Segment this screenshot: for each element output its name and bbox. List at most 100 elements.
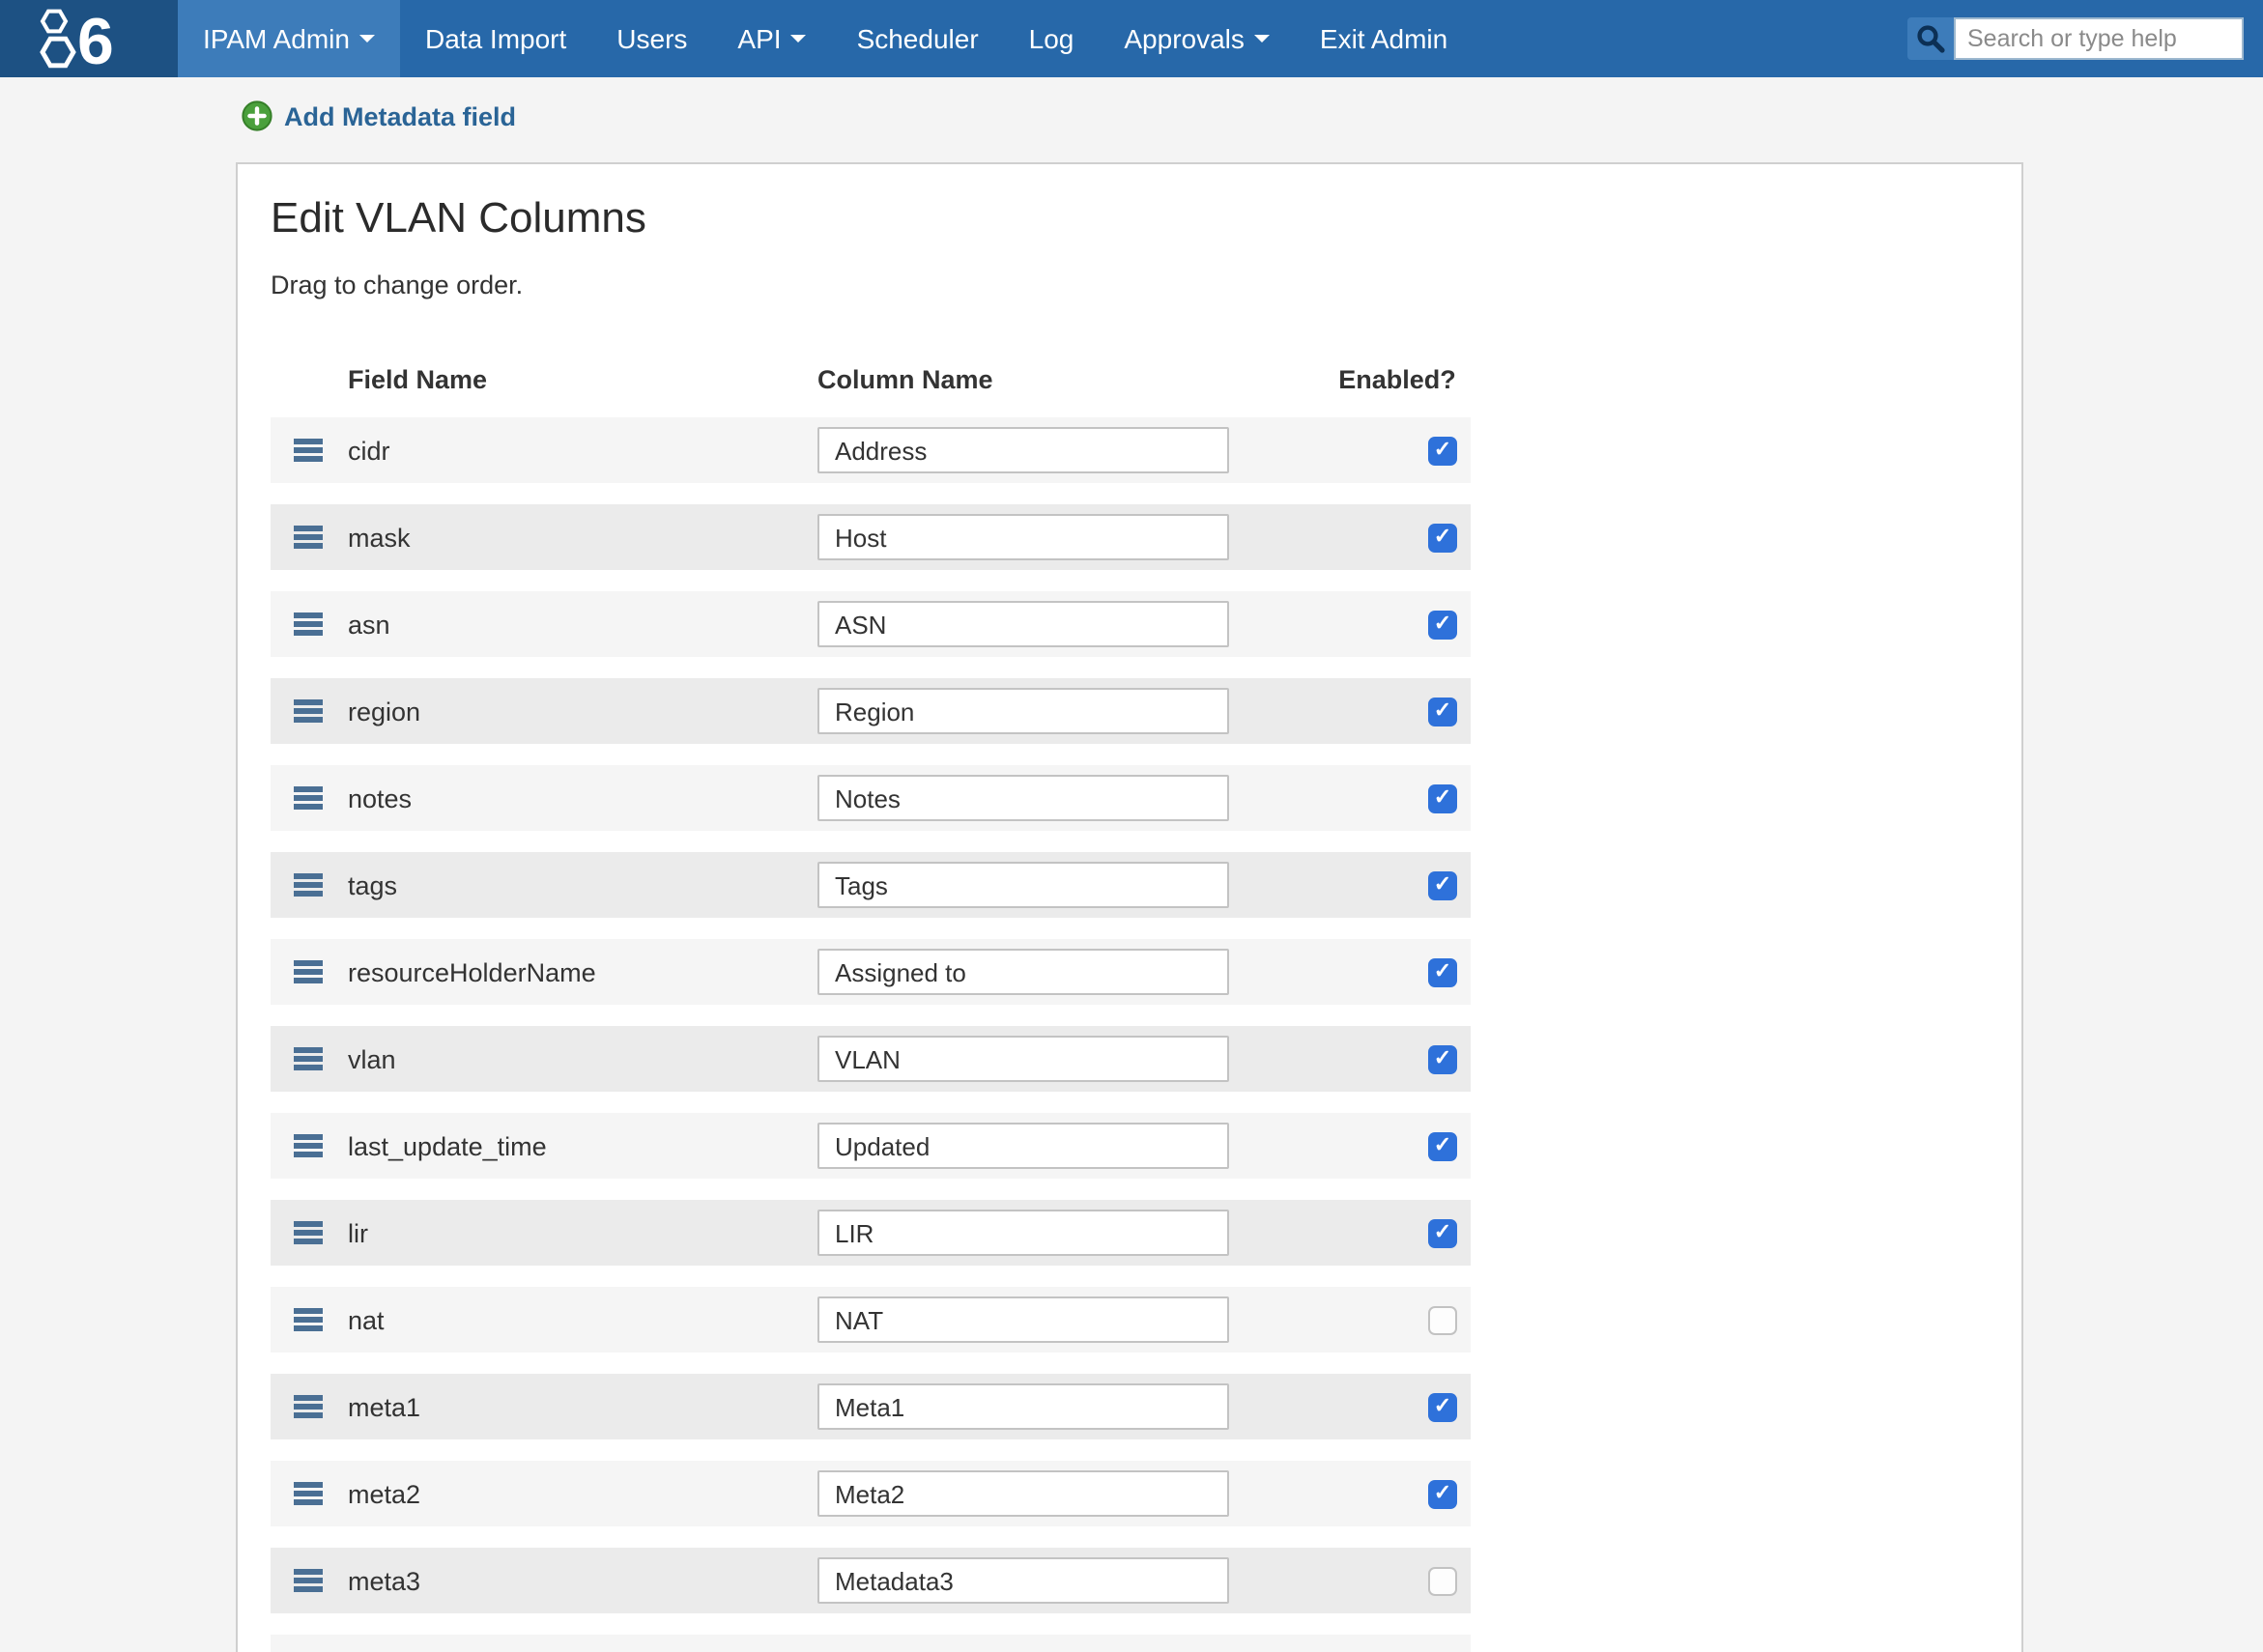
field-name: meta2 xyxy=(348,1479,817,1508)
drag-handle-icon[interactable] xyxy=(294,440,323,444)
column-name-input[interactable] xyxy=(817,427,1229,473)
enabled-cell xyxy=(1229,1044,1471,1073)
app: 6 IPAM Admin Data Import UsersAPIScheduler… xyxy=(0,0,2263,1652)
enabled-checkbox[interactable] xyxy=(1428,1305,1457,1334)
caret-down-icon xyxy=(791,35,807,43)
enabled-checkbox[interactable] xyxy=(1428,523,1457,552)
column-name-input[interactable] xyxy=(817,688,1229,734)
vlan-column-row: resourceHolderName xyxy=(271,939,1471,1005)
enabled-checkbox[interactable] xyxy=(1428,1044,1457,1073)
vlan-column-row: notes xyxy=(271,765,1471,831)
nav-item-label: Data Import xyxy=(425,23,566,54)
nav-item-ipam-admin[interactable]: IPAM Admin xyxy=(178,0,400,77)
column-name-cell xyxy=(817,688,1229,734)
drag-hint-text: Drag to change order. xyxy=(271,271,2021,299)
caret-down-icon xyxy=(359,35,375,43)
nav-item-exit-admin[interactable]: Exit Admin xyxy=(1295,0,1473,77)
header-field-name: Field Name xyxy=(348,365,487,394)
header-enabled: Enabled? xyxy=(1324,365,1471,394)
enabled-checkbox[interactable] xyxy=(1428,1392,1457,1421)
field-name: mask xyxy=(348,523,817,552)
vlan-column-row: asn xyxy=(271,591,1471,657)
column-name-cell xyxy=(817,1557,1229,1604)
enabled-checkbox[interactable] xyxy=(1428,957,1457,986)
column-name-input[interactable] xyxy=(817,1470,1229,1517)
drag-handle-icon[interactable] xyxy=(294,787,323,792)
enabled-checkbox[interactable] xyxy=(1428,1131,1457,1160)
page-title: Edit VLAN Columns xyxy=(271,193,2021,243)
search-area xyxy=(1907,17,2244,60)
column-name-input[interactable] xyxy=(817,1123,1229,1169)
nav-item-users[interactable]: Users xyxy=(591,0,712,77)
column-name-cell xyxy=(817,514,1229,560)
column-name-input[interactable] xyxy=(817,514,1229,560)
column-name-input[interactable] xyxy=(817,862,1229,908)
enabled-checkbox[interactable] xyxy=(1428,1218,1457,1247)
field-name: tags xyxy=(348,870,817,899)
enabled-checkbox[interactable] xyxy=(1428,436,1457,465)
caret-down-icon xyxy=(1254,35,1270,43)
enabled-checkbox[interactable] xyxy=(1428,1566,1457,1595)
drag-handle-icon[interactable] xyxy=(294,1570,323,1575)
column-name-input[interactable] xyxy=(817,775,1229,821)
column-name-input[interactable] xyxy=(817,1296,1229,1343)
column-name-cell xyxy=(817,949,1229,995)
vlan-column-row: vlan xyxy=(271,1026,1471,1092)
field-name: lir xyxy=(348,1218,817,1247)
vlan-column-row: meta3 xyxy=(271,1548,1471,1613)
drag-handle-icon[interactable] xyxy=(294,1135,323,1140)
drag-handle-icon[interactable] xyxy=(294,1396,323,1401)
drag-handle-icon[interactable] xyxy=(294,527,323,531)
column-name-cell xyxy=(817,1383,1229,1430)
column-name-input[interactable] xyxy=(817,949,1229,995)
column-name-input[interactable] xyxy=(817,1036,1229,1082)
field-name: notes xyxy=(348,783,817,812)
drag-handle-icon[interactable] xyxy=(294,1483,323,1488)
plus-circle-icon xyxy=(242,100,272,131)
search-icon[interactable] xyxy=(1907,17,1954,60)
nav-items: IPAM Admin Data Import UsersAPISchedulerLo… xyxy=(178,0,1473,77)
column-name-input[interactable] xyxy=(817,1210,1229,1256)
drag-handle-icon[interactable] xyxy=(294,961,323,966)
enabled-checkbox[interactable] xyxy=(1428,697,1457,726)
field-name: resourceHolderName xyxy=(348,957,817,986)
brand-logo[interactable]: 6 xyxy=(0,0,178,77)
nav-item-log[interactable]: Log xyxy=(1004,0,1100,77)
drag-handle-icon[interactable] xyxy=(294,613,323,618)
column-name-input[interactable] xyxy=(817,1557,1229,1604)
hexagon-logo-icon: 6 xyxy=(33,4,145,73)
enabled-cell xyxy=(1229,1392,1471,1421)
column-name-input[interactable] xyxy=(817,601,1229,647)
enabled-checkbox[interactable] xyxy=(1428,610,1457,639)
column-name-cell xyxy=(817,1470,1229,1517)
enabled-checkbox[interactable] xyxy=(1428,783,1457,812)
vlan-column-row: region xyxy=(271,678,1471,744)
nav-item-approvals[interactable]: Approvals xyxy=(1099,0,1295,77)
column-name-cell xyxy=(817,1036,1229,1082)
column-name-cell xyxy=(817,775,1229,821)
enabled-cell xyxy=(1229,1131,1471,1160)
enabled-checkbox[interactable] xyxy=(1428,870,1457,899)
vlan-column-row: meta2 xyxy=(271,1461,1471,1526)
enabled-cell xyxy=(1229,1566,1471,1595)
drag-handle-icon[interactable] xyxy=(294,700,323,705)
enabled-checkbox[interactable] xyxy=(1428,1479,1457,1508)
drag-handle-icon[interactable] xyxy=(294,1309,323,1314)
column-name-input[interactable] xyxy=(817,1383,1229,1430)
drag-handle-icon[interactable] xyxy=(294,1048,323,1053)
nav-item-label: Approvals xyxy=(1124,23,1245,54)
nav-item-data-import[interactable]: Data Import xyxy=(400,0,591,77)
column-name-cell xyxy=(817,427,1229,473)
drag-handle-icon[interactable] xyxy=(294,1222,323,1227)
enabled-cell xyxy=(1229,436,1471,465)
drag-handle-icon[interactable] xyxy=(294,874,323,879)
nav-item-api[interactable]: API xyxy=(712,0,831,77)
nav-item-scheduler[interactable]: Scheduler xyxy=(832,0,1004,77)
nav-item-label: IPAM Admin xyxy=(203,23,350,54)
help-search-input[interactable] xyxy=(1954,17,2244,60)
vlan-column-row: tags xyxy=(271,852,1471,918)
field-name: vlan xyxy=(348,1044,817,1073)
field-name: meta3 xyxy=(348,1566,817,1595)
enabled-cell xyxy=(1229,1305,1471,1334)
add-metadata-field-link[interactable]: Add Metadata field xyxy=(242,100,516,131)
